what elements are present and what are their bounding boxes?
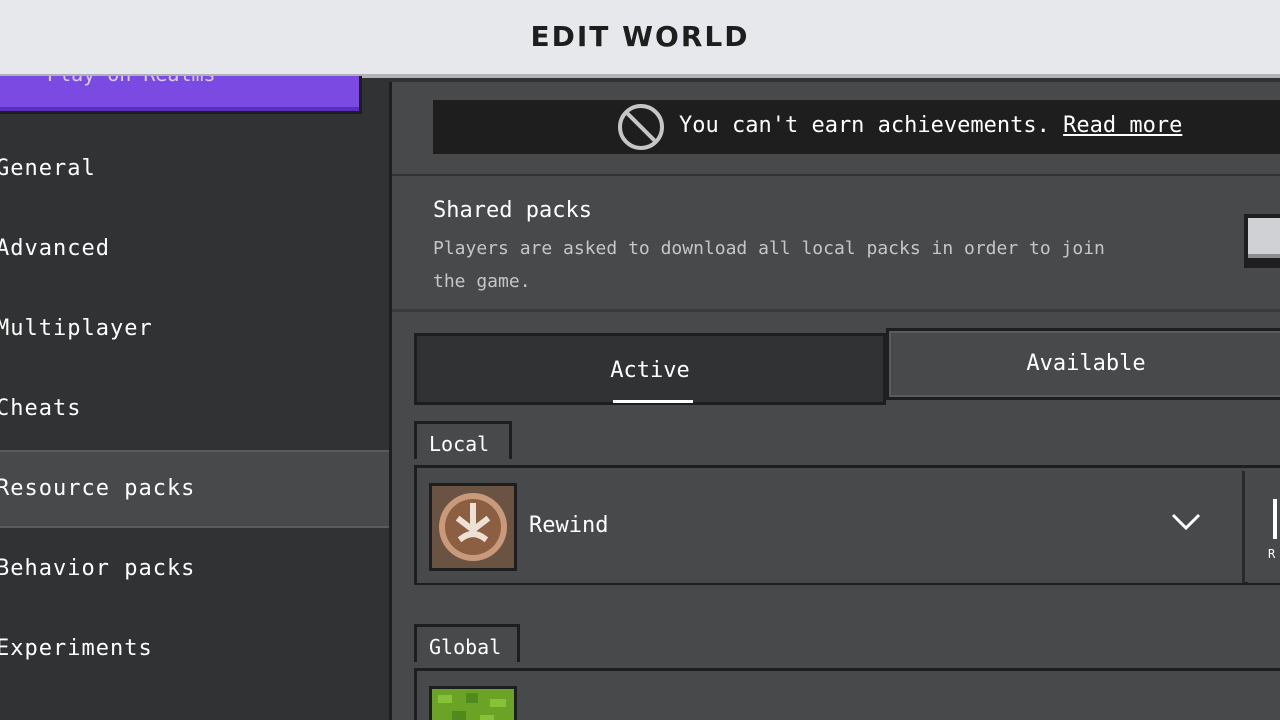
pack-action-label: R xyxy=(1268,547,1276,561)
tab-available[interactable]: Available xyxy=(886,328,1280,400)
page-title: EDIT WORLD xyxy=(530,20,750,53)
sidebar-item-label: Advanced xyxy=(0,236,110,261)
sidebar-item-general[interactable]: General xyxy=(0,130,389,208)
sidebar-item-behavior-packs[interactable]: Behavior packs xyxy=(0,530,389,608)
tab-active-underline xyxy=(613,400,693,403)
divider xyxy=(392,309,1280,312)
play-on-realms-label: Play on Realms xyxy=(47,76,216,86)
sidebar-item-experiments[interactable]: Experiments xyxy=(0,610,389,688)
global-section-tab: Global xyxy=(414,624,520,662)
sidebar: Play on Realms General Advanced Multipla… xyxy=(0,76,392,720)
sidebar-item-multiplayer[interactable]: Multiplayer xyxy=(0,290,389,368)
sidebar-item-label: Behavior packs xyxy=(0,556,196,581)
pack-row-rewind[interactable]: Rewind xyxy=(417,471,1245,583)
tab-active[interactable]: Active xyxy=(414,333,886,405)
sidebar-item-label: Resource packs xyxy=(0,476,196,501)
tab-active-label: Active xyxy=(610,358,690,383)
shared-packs-description: Players are asked to download all local … xyxy=(433,238,1105,292)
no-achievements-icon xyxy=(618,104,664,150)
global-section xyxy=(414,668,1280,720)
main-panel: You can't earn achievements. Read more S… xyxy=(392,82,1280,720)
shared-packs-toggle[interactable] xyxy=(1244,214,1280,268)
divider xyxy=(392,174,1280,176)
chevron-down-icon[interactable] xyxy=(1171,509,1201,539)
global-section-label: Global xyxy=(429,635,502,659)
sidebar-item-resource-packs[interactable]: Resource packs xyxy=(0,450,389,528)
shared-packs-title: Shared packs xyxy=(433,198,592,223)
sidebar-item-cheats[interactable]: Cheats xyxy=(0,370,389,448)
play-on-realms-button[interactable]: Play on Realms xyxy=(0,76,362,114)
sidebar-item-label: General xyxy=(0,156,96,181)
read-more-link[interactable]: Read more xyxy=(1063,113,1182,138)
pack-action-icon xyxy=(1273,499,1277,539)
pack-action-column[interactable]: R xyxy=(1248,471,1280,583)
pack-name: Rewind xyxy=(529,513,609,538)
rewind-pack-icon xyxy=(429,483,517,571)
local-section-tab: Local xyxy=(414,421,512,459)
achievements-message: You can't earn achievements. Read more xyxy=(679,113,1182,138)
achievements-banner: You can't earn achievements. Read more xyxy=(433,100,1280,154)
sidebar-item-label: Multiplayer xyxy=(0,316,153,341)
tab-available-label: Available xyxy=(1026,351,1146,376)
title-bar: EDIT WORLD xyxy=(0,0,1280,78)
sidebar-item-label: Experiments xyxy=(0,636,153,661)
achievements-text: You can't earn achievements. xyxy=(679,113,1064,138)
toggle-knob xyxy=(1248,218,1280,258)
grass-block-icon xyxy=(429,686,517,720)
local-section-label: Local xyxy=(429,432,490,456)
sidebar-item-advanced[interactable]: Advanced xyxy=(0,210,389,288)
sidebar-item-label: Cheats xyxy=(0,396,82,421)
